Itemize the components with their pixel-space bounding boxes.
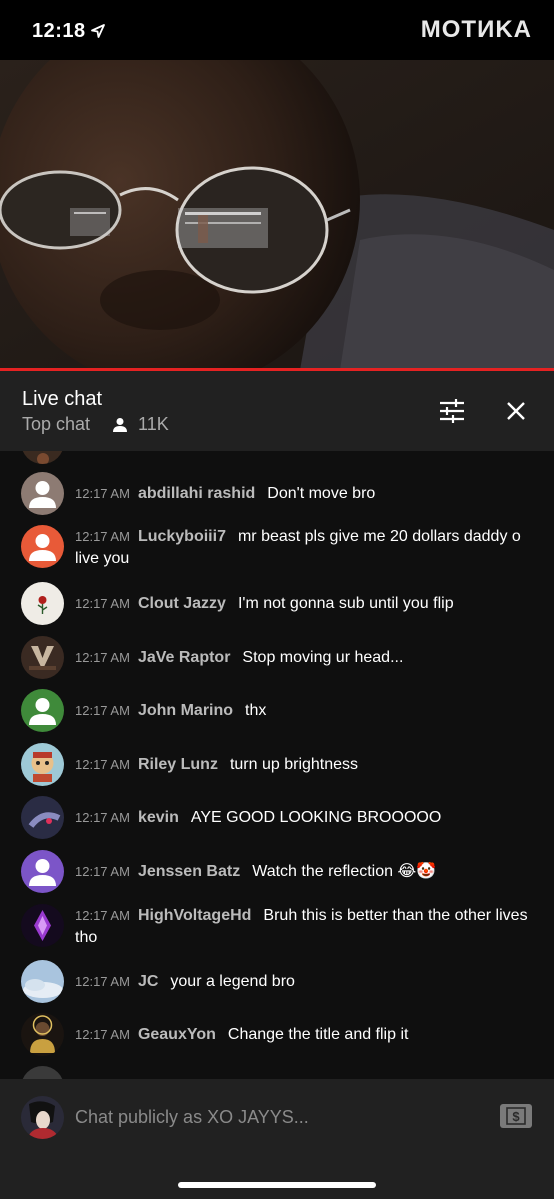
message-author[interactable]: JC <box>138 973 158 990</box>
message-body: 12:17 AM Luckyboiii7 mr beast pls give me … <box>75 526 535 570</box>
message-time: 12:17 AM <box>75 810 130 825</box>
message-text: Change the title and flip it <box>227 1026 409 1043</box>
message-time: 12:17 AM <box>75 650 130 665</box>
chat-title: Live chat <box>22 388 103 410</box>
message-author[interactable]: kevin <box>138 809 179 826</box>
message-body: 12:17 AM abdillahi rashid Don't move bro <box>75 483 535 505</box>
message-body: 12:17 AM JC your a legend bro <box>75 971 535 993</box>
avatar[interactable] <box>21 1013 64 1056</box>
message-body: 12:17 AM GeauxYon Change the title and fli… <box>75 1024 535 1046</box>
message-time: 12:17 AM <box>75 596 130 611</box>
message-time: 12:17 AM <box>75 529 130 544</box>
avatar[interactable] <box>21 904 64 947</box>
chat-input[interactable] <box>75 1103 455 1131</box>
viewer-count: 11K <box>138 414 169 434</box>
message-author[interactable]: John Marino <box>138 702 233 719</box>
message-time: 12:17 AM <box>75 486 130 501</box>
video-player[interactable] <box>0 60 554 370</box>
avatar[interactable] <box>21 636 64 679</box>
chat-header: Live chat Top chat 11K <box>0 371 554 451</box>
status-bar: 12:18 MOTИKA <box>0 0 554 60</box>
message-author[interactable]: Luckyboiii7 <box>138 528 226 545</box>
message-text: I'm not gonna sub until you flip <box>237 595 454 612</box>
close-button[interactable] <box>502 397 530 425</box>
message-body: 12:17 AM Clout Jazzy I'm not gonna sub unt… <box>75 593 535 615</box>
super-chat-button[interactable]: $ <box>500 1104 532 1128</box>
chat-input-bar: $ <box>0 1079 554 1199</box>
avatar[interactable] <box>21 960 64 1003</box>
message-body: 12:17 AM HighVoltageHd Bruh this is better… <box>75 905 535 949</box>
chat-subtitle-row[interactable]: Top chat 11K <box>22 414 169 435</box>
chat-mode-label[interactable]: Top chat <box>22 414 90 435</box>
message-time: 12:17 AM <box>75 974 130 989</box>
message-time: 12:17 AM <box>75 1027 130 1042</box>
message-time: 12:17 AM <box>75 757 130 772</box>
message-time: 12:17 AM <box>75 864 130 879</box>
filter-button[interactable] <box>438 397 466 425</box>
filter-icon <box>440 399 464 423</box>
message-author[interactable]: Clout Jazzy <box>138 595 226 612</box>
message-time: 12:17 AM <box>75 703 130 718</box>
location-arrow-icon <box>91 24 105 38</box>
status-time: 12:18 <box>32 20 86 42</box>
close-icon <box>507 402 525 420</box>
message-author[interactable]: Riley Lunz <box>138 756 218 773</box>
message-time: 12:17 AM <box>75 908 130 923</box>
avatar[interactable] <box>21 850 64 893</box>
message-body: 12:17 AM Riley Lunz turn up brightness <box>75 754 535 776</box>
avatar[interactable] <box>21 472 64 515</box>
chat-messages[interactable]: 12:17 AM abdillahi rashid Don't move bro 1… <box>0 451 554 1079</box>
message-text: Don't move bro <box>267 485 376 502</box>
message-text: AYE GOOD LOOKING BROOOOO <box>190 809 442 826</box>
message-author[interactable]: JaVe Raptor <box>138 649 230 666</box>
person-icon <box>113 417 128 432</box>
message-author[interactable]: Jenssen Batz <box>138 863 240 880</box>
avatar-partial <box>21 1066 64 1079</box>
message-text: Watch the reflection 😂🤡 <box>252 863 437 880</box>
home-indicator <box>178 1182 376 1188</box>
video-frame <box>0 60 554 370</box>
message-author[interactable]: HighVoltageHd <box>138 907 251 924</box>
avatar[interactable] <box>21 796 64 839</box>
message-body: 12:17 AM Jenssen Batz Watch the reflection… <box>75 861 535 883</box>
avatar[interactable] <box>21 525 64 568</box>
my-avatar[interactable] <box>21 1096 64 1139</box>
avatar[interactable] <box>21 689 64 732</box>
message-author[interactable]: GeauxYon <box>138 1026 216 1043</box>
avatar[interactable] <box>21 743 64 786</box>
message-body: 12:17 AM John Marino thx <box>75 700 535 722</box>
message-body: 12:17 AM kevin AYE GOOD LOOKING BROOOOO <box>75 807 535 829</box>
svg-text:$: $ <box>512 1109 520 1124</box>
message-body: 12:17 AM JaVe Raptor Stop moving ur head..… <box>75 647 535 669</box>
watermark: MOTИKA <box>420 16 532 43</box>
message-text: thx <box>245 702 267 719</box>
avatar[interactable] <box>21 582 64 625</box>
dollar-icon: $ <box>506 1107 526 1125</box>
message-text: your a legend bro <box>170 973 295 990</box>
message-text: turn up brightness <box>229 756 359 773</box>
message-author[interactable]: abdillahi rashid <box>138 485 255 502</box>
message-text: Stop moving ur head... <box>242 649 404 666</box>
avatar-partial <box>21 451 64 464</box>
